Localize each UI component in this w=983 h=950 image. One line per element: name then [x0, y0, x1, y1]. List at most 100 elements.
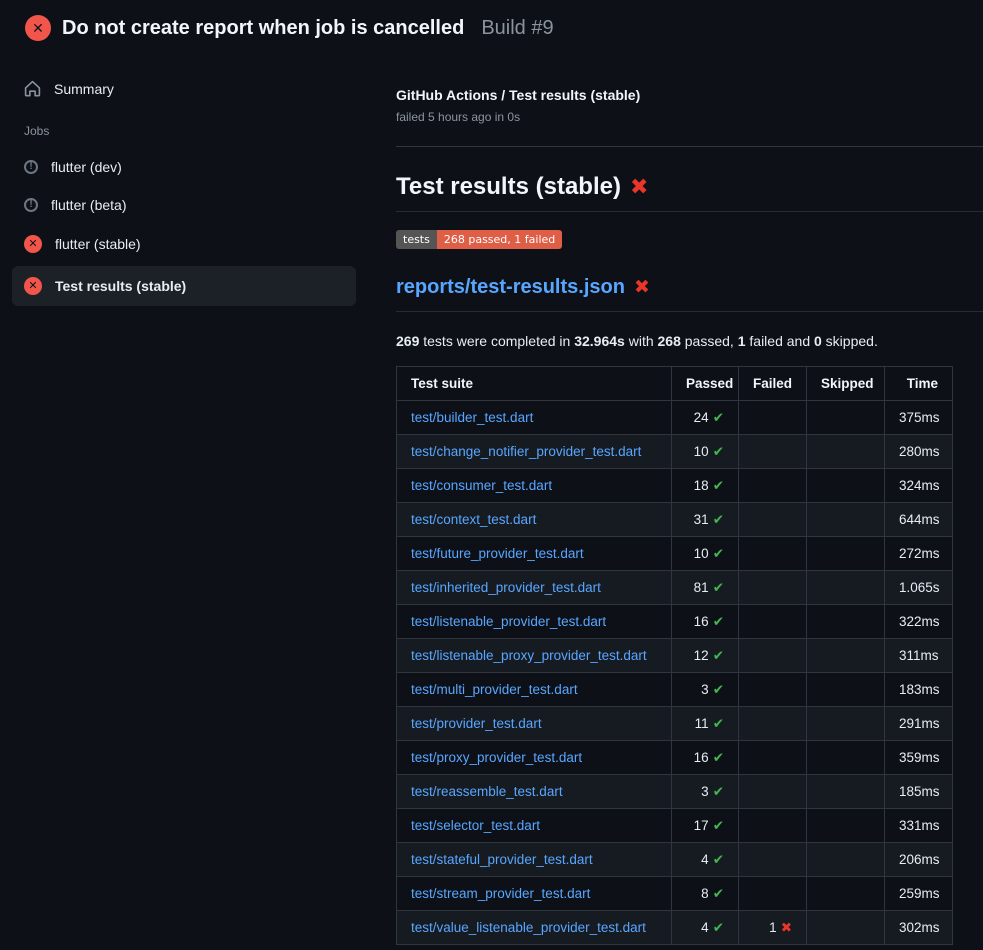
- skipped-cell: [807, 877, 885, 911]
- table-row: test/reassemble_test.dart 3✔ 185ms: [397, 775, 953, 809]
- report-file-heading: reports/test-results.json ✖: [396, 276, 983, 312]
- cross-icon: ✖: [781, 920, 792, 935]
- summary-segment: 268: [658, 333, 681, 349]
- summary-text: 269 tests were completed in 32.964s with…: [396, 333, 983, 349]
- suite-link[interactable]: test/proxy_provider_test.dart: [411, 750, 582, 765]
- check-icon: ✔: [713, 614, 724, 629]
- home-icon: [24, 80, 41, 97]
- table-row: test/stateful_provider_test.dart 4✔ 206m…: [397, 843, 953, 877]
- skipped-cell: [807, 707, 885, 741]
- table-row: test/builder_test.dart 24✔ 375ms: [397, 401, 953, 435]
- suite-link[interactable]: test/listenable_proxy_provider_test.dart: [411, 648, 647, 663]
- skipped-cell: [807, 537, 885, 571]
- sidebar-item-summary[interactable]: Summary: [12, 71, 356, 106]
- check-icon: ✔: [713, 852, 724, 867]
- sidebar-job-item[interactable]: ! flutter (dev): [12, 150, 356, 184]
- check-icon: ✔: [713, 784, 724, 799]
- suite-link[interactable]: test/value_listenable_provider_test.dart: [411, 920, 646, 935]
- status-line: failed 5 hours ago in 0s: [396, 110, 983, 124]
- report-file-link[interactable]: reports/test-results.json: [396, 276, 625, 298]
- summary-segment: failed and: [746, 333, 815, 349]
- suite-cell: test/reassemble_test.dart: [397, 775, 672, 809]
- cross-mark-icon: ✖: [630, 174, 648, 199]
- suite-cell: test/provider_test.dart: [397, 707, 672, 741]
- main-content: GitHub Actions / Test results (stable) f…: [396, 51, 983, 945]
- check-run-header: GitHub Actions / Test results (stable) f…: [396, 87, 983, 147]
- sidebar-job-item[interactable]: ✕ Test results (stable): [12, 266, 356, 306]
- passed-cell: 24✔: [672, 401, 739, 435]
- build-number: Build #9: [481, 17, 553, 40]
- suite-link[interactable]: test/builder_test.dart: [411, 410, 533, 425]
- failed-cell: [739, 469, 807, 503]
- suite-link[interactable]: test/future_provider_test.dart: [411, 546, 584, 561]
- summary-segment: 0: [814, 333, 822, 349]
- suite-cell: test/selector_test.dart: [397, 809, 672, 843]
- suite-link[interactable]: test/multi_provider_test.dart: [411, 682, 578, 697]
- suite-link[interactable]: test/selector_test.dart: [411, 818, 540, 833]
- time-cell: 644ms: [885, 503, 953, 537]
- failed-cell: [739, 503, 807, 537]
- check-icon: ✔: [713, 920, 724, 935]
- suite-cell: test/change_notifier_provider_test.dart: [397, 435, 672, 469]
- suite-link[interactable]: test/inherited_provider_test.dart: [411, 580, 601, 595]
- table-row: test/value_listenable_provider_test.dart…: [397, 911, 953, 945]
- breadcrumb: GitHub Actions / Test results (stable): [396, 87, 983, 103]
- failed-icon: ✕: [24, 235, 42, 253]
- table-row: test/change_notifier_provider_test.dart …: [397, 435, 953, 469]
- suite-link[interactable]: test/stateful_provider_test.dart: [411, 852, 593, 867]
- sidebar-job-item[interactable]: ✕ flutter (stable): [12, 226, 356, 262]
- check-icon: ✔: [713, 886, 724, 901]
- column-header-skipped: Skipped: [807, 367, 885, 401]
- skipped-cell: [807, 469, 885, 503]
- time-cell: 280ms: [885, 435, 953, 469]
- summary-segment: passed,: [681, 333, 738, 349]
- report-section-title: Test results (stable)✖: [396, 173, 983, 212]
- suite-link[interactable]: test/reassemble_test.dart: [411, 784, 563, 799]
- suite-link[interactable]: test/provider_test.dart: [411, 716, 542, 731]
- failed-cell: [739, 673, 807, 707]
- table-row: test/stream_provider_test.dart 8✔ 259ms: [397, 877, 953, 911]
- failed-cell: [739, 775, 807, 809]
- job-label: flutter (dev): [51, 159, 122, 175]
- passed-cell: 17✔: [672, 809, 739, 843]
- suite-cell: test/future_provider_test.dart: [397, 537, 672, 571]
- column-header-suite: Test suite: [397, 367, 672, 401]
- failed-cell: [739, 707, 807, 741]
- suite-link[interactable]: test/consumer_test.dart: [411, 478, 552, 493]
- summary-segment: skipped.: [822, 333, 878, 349]
- skipped-cell: [807, 605, 885, 639]
- build-title: Do not create report when job is cancell…: [62, 17, 464, 40]
- failed-status-icon: ✕: [25, 15, 51, 41]
- time-cell: 359ms: [885, 741, 953, 775]
- failed-cell: [739, 809, 807, 843]
- skipped-cell: [807, 809, 885, 843]
- suite-cell: test/listenable_proxy_provider_test.dart: [397, 639, 672, 673]
- sidebar-job-item[interactable]: ! flutter (beta): [12, 188, 356, 222]
- suite-link[interactable]: test/context_test.dart: [411, 512, 536, 527]
- suite-link[interactable]: test/stream_provider_test.dart: [411, 886, 590, 901]
- job-label: Test results (stable): [55, 278, 186, 294]
- passed-cell: 12✔: [672, 639, 739, 673]
- suite-cell: test/consumer_test.dart: [397, 469, 672, 503]
- cross-mark-icon: ✖: [634, 277, 650, 298]
- suite-link[interactable]: test/listenable_provider_test.dart: [411, 614, 606, 629]
- table-row: test/proxy_provider_test.dart 16✔ 359ms: [397, 741, 953, 775]
- failed-cell: [739, 605, 807, 639]
- badge-value: 268 passed, 1 failed: [437, 230, 562, 249]
- suite-cell: test/listenable_provider_test.dart: [397, 605, 672, 639]
- table-row: test/listenable_provider_test.dart 16✔ 3…: [397, 605, 953, 639]
- cancelled-icon: !: [24, 160, 38, 174]
- suite-link[interactable]: test/change_notifier_provider_test.dart: [411, 444, 641, 459]
- time-cell: 206ms: [885, 843, 953, 877]
- passed-cell: 8✔: [672, 877, 739, 911]
- time-cell: 302ms: [885, 911, 953, 945]
- passed-cell: 4✔: [672, 843, 739, 877]
- passed-cell: 11✔: [672, 707, 739, 741]
- passed-cell: 4✔: [672, 911, 739, 945]
- failed-cell: [739, 843, 807, 877]
- failed-cell: 1✖: [739, 911, 807, 945]
- passed-cell: 3✔: [672, 775, 739, 809]
- time-cell: 311ms: [885, 639, 953, 673]
- check-icon: ✔: [713, 444, 724, 459]
- time-cell: 322ms: [885, 605, 953, 639]
